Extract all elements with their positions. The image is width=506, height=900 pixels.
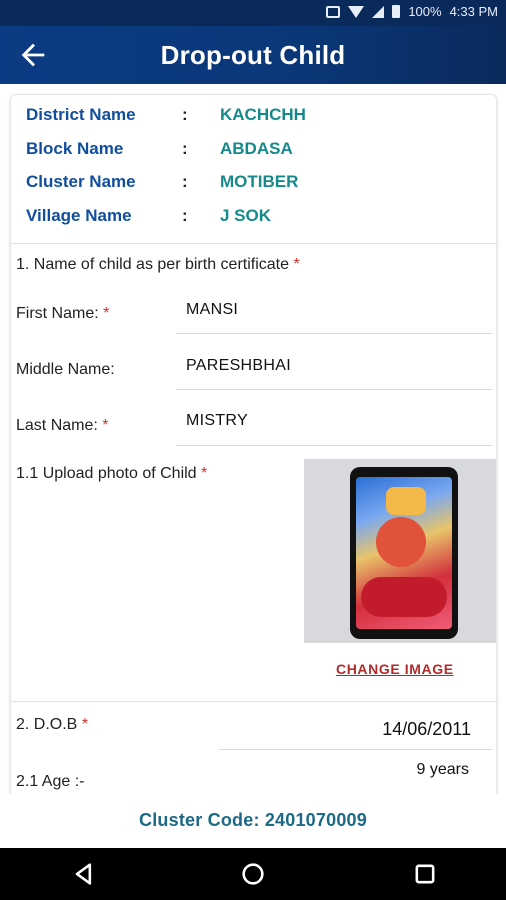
cluster-code: Cluster Code: 2401070009 bbox=[139, 810, 367, 830]
change-image-button[interactable]: CHANGE IMAGE bbox=[336, 661, 454, 677]
age-label: 2.1 Age :- bbox=[16, 773, 85, 790]
middle-name-underline bbox=[176, 389, 492, 390]
clock: 4:33 PM bbox=[449, 4, 498, 19]
photo-phone-screen bbox=[356, 477, 452, 629]
first-name-underline bbox=[176, 333, 492, 334]
district-colon: : bbox=[182, 105, 188, 124]
age-value: 9 years bbox=[416, 761, 469, 778]
dob-input[interactable]: 14/06/2011 bbox=[382, 719, 471, 740]
village-label: Village Name bbox=[26, 206, 132, 225]
required-marker: * bbox=[81, 716, 89, 733]
district-label: District Name bbox=[26, 105, 136, 124]
first-name-input[interactable]: MANSI bbox=[186, 301, 238, 319]
battery-icon bbox=[392, 5, 401, 18]
block-label: Block Name bbox=[26, 139, 124, 158]
question-child-name: 1. Name of child as per birth certificat… bbox=[16, 256, 300, 274]
battery-percent: 100% bbox=[408, 4, 442, 19]
district-value: KACHCHH bbox=[220, 105, 306, 124]
form-scroll-area[interactable]: District Name : KACHCHH Block Name : ABD… bbox=[0, 84, 506, 794]
last-name-label-text: Last Name: bbox=[16, 417, 98, 434]
last-name-label: Last Name: * bbox=[16, 417, 109, 435]
block-colon: : bbox=[182, 139, 188, 158]
middle-name-input[interactable]: PARESHBHAI bbox=[186, 357, 291, 375]
home-circle-icon[interactable] bbox=[239, 860, 267, 888]
required-marker: * bbox=[201, 465, 208, 482]
village-colon: : bbox=[182, 206, 188, 225]
cluster-colon: : bbox=[182, 172, 188, 191]
first-name-label: First Name: * bbox=[16, 305, 109, 323]
footer: Cluster Code: 2401070009 bbox=[0, 794, 506, 848]
dob-underline bbox=[219, 749, 492, 750]
required-marker: * bbox=[293, 256, 300, 273]
status-bar: 100% 4:33 PM bbox=[0, 0, 506, 26]
status-bar-icons: 100% 4:33 PM bbox=[326, 4, 498, 19]
divider bbox=[11, 243, 498, 244]
block-value: ABDASA bbox=[220, 139, 293, 158]
dob-label-text: 2. D.O.B bbox=[16, 716, 78, 733]
app-bar: Drop-out Child bbox=[0, 26, 506, 84]
form-card: District Name : KACHCHH Block Name : ABD… bbox=[10, 94, 498, 794]
last-name-underline bbox=[176, 445, 492, 446]
cluster-value: MOTIBER bbox=[220, 172, 299, 191]
last-name-input[interactable]: MISTRY bbox=[186, 412, 248, 430]
child-photo[interactable] bbox=[304, 459, 496, 643]
upload-photo-label: 1.1 Upload photo of Child * bbox=[16, 465, 207, 483]
signal-icon bbox=[372, 5, 385, 18]
upload-photo-label-text: 1.1 Upload photo of Child bbox=[16, 465, 197, 482]
middle-name-label: Middle Name: bbox=[16, 361, 115, 378]
cluster-label: Cluster Name bbox=[26, 172, 136, 191]
village-value: J SOK bbox=[220, 206, 272, 225]
question-child-name-label: 1. Name of child as per birth certificat… bbox=[16, 256, 290, 273]
recents-square-icon[interactable] bbox=[411, 860, 439, 888]
required-marker: * bbox=[103, 305, 110, 322]
photo-phone bbox=[350, 467, 458, 639]
dob-label: 2. D.O.B * bbox=[16, 716, 88, 734]
vibrate-icon bbox=[326, 5, 341, 18]
first-name-label-text: First Name: bbox=[16, 305, 99, 322]
wifi-icon bbox=[348, 5, 365, 18]
system-nav-bar bbox=[0, 848, 506, 900]
divider bbox=[11, 701, 498, 702]
back-triangle-icon[interactable] bbox=[70, 860, 98, 888]
page-title: Drop-out Child bbox=[160, 40, 346, 70]
required-marker: * bbox=[102, 417, 109, 434]
